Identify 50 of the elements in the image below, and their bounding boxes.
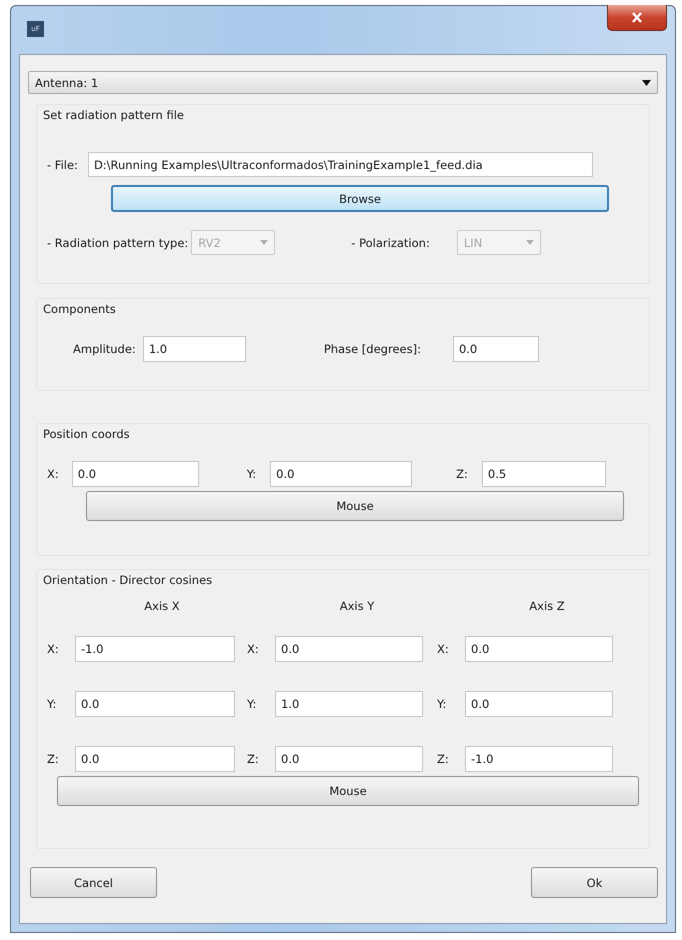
field-label: Z: — [247, 752, 260, 766]
field-label: Z: — [47, 752, 60, 766]
browse-button[interactable]: Browse — [111, 185, 609, 212]
field-label: - Radiation pattern type: — [47, 236, 188, 250]
input-field[interactable]: 0.0 — [465, 690, 613, 716]
axis-heading: Axis Z — [529, 599, 565, 615]
field-label: Z: — [456, 467, 468, 481]
input-field[interactable]: 0.0 — [452, 336, 539, 362]
input-field[interactable]: 0.0 — [75, 746, 235, 772]
input-field[interactable]: 0.0 — [275, 636, 423, 662]
input-field[interactable]: 0.5 — [482, 461, 606, 487]
input-field[interactable]: 0.0 — [465, 636, 613, 662]
input-field[interactable]: 0.0 — [72, 461, 199, 487]
input-field[interactable]: -1.0 — [465, 746, 613, 772]
input-field[interactable]: 0.0 — [270, 461, 412, 487]
mouse-button[interactable]: Mouse — [86, 491, 624, 521]
input-field[interactable]: 0.0 — [275, 746, 423, 772]
field-label: Y: — [246, 467, 256, 481]
dropdown-arrow-icon — [260, 240, 268, 245]
mouse-button[interactable]: Mouse — [57, 776, 639, 806]
axis-heading: Axis X — [144, 599, 180, 615]
field-label: - Polarization: — [351, 236, 430, 250]
dropdown-arrow-icon — [526, 240, 534, 245]
close-button[interactable] — [607, 5, 667, 31]
field-label: X: — [47, 467, 59, 481]
field-label: Phase [degrees]: — [324, 342, 421, 356]
field-label: - File: — [47, 158, 78, 172]
dialog-button[interactable]: Ok — [531, 867, 658, 898]
antenna-dropdown[interactable]: Antenna: 1 — [28, 71, 658, 94]
input-field[interactable]: 1.0 — [275, 690, 423, 716]
group-title: Set radiation pattern file — [43, 108, 184, 122]
file-path-field[interactable]: D:\Running Examples\Ultraconformados\TrainingExample1_feed.dia — [88, 152, 593, 177]
axis-heading: Axis Y — [340, 599, 374, 615]
input-field[interactable]: 0.0 — [75, 690, 235, 716]
field-label: X: — [437, 642, 450, 656]
field-label: Amplitude: — [73, 342, 136, 356]
field-label: X: — [247, 642, 260, 656]
group-title: Position coords — [43, 427, 130, 441]
input-field[interactable]: -1.0 — [75, 636, 235, 662]
field-label: Y: — [437, 696, 448, 710]
group-title: Orientation - Director cosines — [43, 573, 212, 587]
field-label: Z: — [437, 752, 450, 766]
dialog-button[interactable]: Cancel — [30, 867, 157, 898]
field-label: X: — [47, 642, 60, 656]
close-icon — [631, 12, 643, 23]
field-label: Y: — [247, 696, 258, 710]
field-label: Y: — [47, 696, 58, 710]
group-title: Components — [43, 302, 116, 316]
dropdown-arrow-icon — [642, 80, 651, 86]
input-field[interactable]: 1.0 — [142, 336, 246, 362]
